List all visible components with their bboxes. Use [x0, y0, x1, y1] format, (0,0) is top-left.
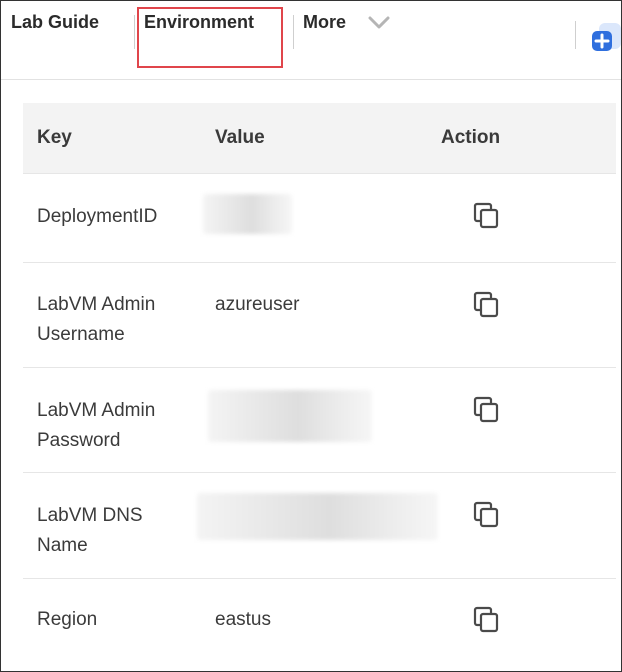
table-row: LabVM Admin Password — [23, 368, 616, 473]
redacted-value — [203, 194, 292, 234]
table-row: LabVM Admin Username azureuser — [23, 263, 616, 368]
column-header-value: Value — [215, 127, 265, 148]
column-header-action: Action — [441, 127, 501, 148]
row-key: LabVM Admin Username — [37, 294, 156, 345]
table-row: DeploymentID — [23, 174, 616, 263]
environment-table: Key Value Action DeploymentID LabVM Admi… — [23, 103, 616, 669]
tab-divider — [134, 15, 135, 49]
environment-panel: Lab Guide Environment More Key Value Act… — [0, 0, 622, 672]
tab-lab-guide[interactable]: Lab Guide — [11, 12, 99, 33]
table-row: Region eastus — [23, 579, 616, 669]
row-key: LabVM Admin Password — [37, 400, 156, 451]
tab-bar: Lab Guide Environment More — [1, 1, 621, 80]
tab-divider — [293, 15, 294, 49]
copy-icon[interactable] — [473, 396, 501, 424]
plus-icon[interactable] — [591, 23, 621, 59]
column-header-key: Key — [37, 127, 72, 148]
redacted-value — [197, 493, 438, 540]
tab-more[interactable]: More — [303, 12, 346, 33]
row-key: LabVM DNS Name — [37, 505, 143, 556]
copy-icon[interactable] — [473, 202, 501, 230]
redacted-value — [208, 390, 372, 442]
copy-icon[interactable] — [473, 606, 501, 634]
active-tab-highlight — [137, 7, 283, 68]
row-value: azureuser — [215, 294, 300, 315]
tab-divider — [575, 21, 576, 49]
table-row: LabVM DNS Name — [23, 473, 616, 579]
row-key: DeploymentID — [37, 206, 158, 227]
row-value: eastus — [215, 609, 271, 630]
copy-icon[interactable] — [473, 501, 501, 529]
row-key: Region — [37, 609, 98, 630]
copy-icon[interactable] — [473, 291, 501, 319]
chevron-down-icon[interactable] — [367, 15, 391, 31]
table-header: Key Value Action — [23, 103, 616, 174]
